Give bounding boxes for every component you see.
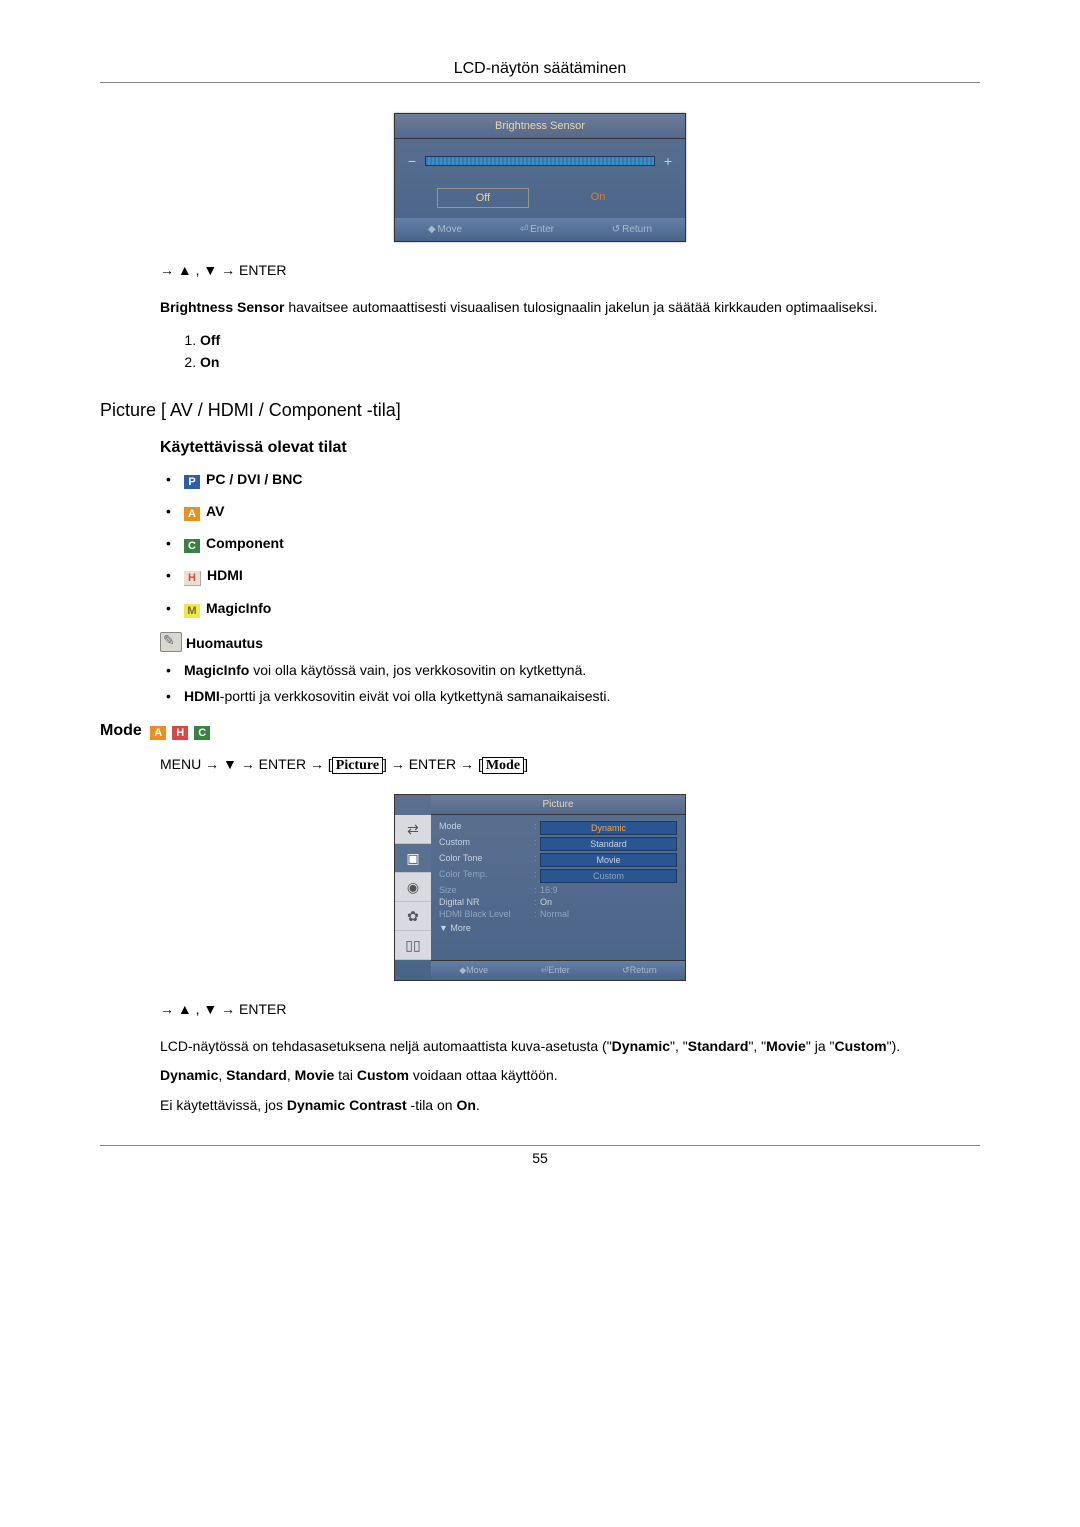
osd2-item[interactable]: Custom:Standard bbox=[439, 837, 677, 851]
brightness-slider[interactable]: − + bbox=[405, 154, 675, 168]
osd2-item[interactable]: Color Tone:Movie bbox=[439, 853, 677, 867]
badge-a-icon: A bbox=[184, 507, 200, 521]
return-hint: ↺Return bbox=[622, 965, 657, 976]
item-label: Size bbox=[439, 885, 534, 895]
move-hint: ◆Move bbox=[459, 965, 488, 976]
osd2-footer: ◆Move ⏎Enter ↺Return bbox=[431, 960, 685, 980]
note-item: MagicInfo voi olla käytössä vain, jos ve… bbox=[160, 662, 980, 678]
modes-list: PPC / DVI / BNC AAV CComponent HHDMI MMa… bbox=[160, 471, 980, 618]
note-heading: Huomautus bbox=[160, 632, 980, 652]
item-label: Color Temp. bbox=[439, 869, 534, 883]
move-icon: ◆ bbox=[428, 224, 436, 235]
menu-path: MENU → ▼ → ENTER → [Picture] → ENTER → [… bbox=[160, 756, 980, 774]
return-icon: ↺ bbox=[612, 224, 620, 235]
not-available-note: Ei käytettävissä, jos Dynamic Contrast -… bbox=[160, 1096, 980, 1116]
item-label: HDMI Black Level bbox=[439, 909, 534, 919]
item-value: On bbox=[540, 897, 677, 907]
osd2-item[interactable]: Mode:Dynamic bbox=[439, 821, 677, 835]
osd-picture-container: Picture ⇄ ▣ ◉ ✿ ▯▯ Mode:Dynamic Custom:St… bbox=[100, 794, 980, 981]
badge-a-icon: A bbox=[150, 726, 166, 740]
mode-hdmi: HHDMI bbox=[160, 567, 980, 586]
nav-sequence-2: → ▲ , ▼ → ENTER bbox=[160, 1001, 980, 1017]
badge-h-icon: H bbox=[172, 726, 188, 740]
item-label: Digital NR bbox=[439, 897, 534, 907]
osd2-sidebar: ⇄ ▣ ◉ ✿ ▯▯ bbox=[395, 815, 431, 960]
list-item: On bbox=[200, 354, 980, 370]
page-number: 55 bbox=[100, 1150, 980, 1166]
osd2-item[interactable]: Digital NR:On bbox=[439, 897, 677, 907]
badge-c-icon: C bbox=[194, 726, 210, 740]
item-value: Normal bbox=[540, 909, 677, 919]
enter-hint: ⏎Enter bbox=[520, 224, 554, 235]
minus-icon: − bbox=[405, 154, 419, 168]
nav-sequence: → ▲ , ▼ → ENTER bbox=[160, 262, 980, 278]
note-list: MagicInfo voi olla käytössä vain, jos ve… bbox=[160, 662, 980, 704]
note-item: HDMI-portti ja verkkosovitin eivät voi o… bbox=[160, 688, 980, 704]
mode-component: CComponent bbox=[160, 535, 980, 553]
option-off[interactable]: Off bbox=[437, 188, 529, 208]
list-item: Off bbox=[200, 332, 980, 348]
sidebar-input-icon[interactable]: ⇄ bbox=[395, 815, 431, 844]
item-value: 16:9 bbox=[540, 885, 677, 895]
footer-rule bbox=[100, 1145, 980, 1146]
enter-hint: ⏎Enter bbox=[541, 965, 570, 976]
osd-footer: ◆Move ⏎Enter ↺Return bbox=[395, 218, 685, 241]
osd2-body: Mode:Dynamic Custom:Standard Color Tone:Mo… bbox=[431, 815, 685, 960]
item-value: Standard bbox=[540, 837, 677, 851]
move-hint: ◆Move bbox=[428, 224, 462, 235]
osd2-item[interactable]: Color Temp.:Custom bbox=[439, 869, 677, 883]
page-header: LCD-näytön säätäminen bbox=[100, 60, 980, 78]
osd-title: Brightness Sensor bbox=[395, 114, 685, 139]
item-label: Color Tone bbox=[439, 853, 534, 867]
enter-icon: ⏎ bbox=[520, 224, 528, 235]
preset-description: LCD-näytössä on tehdasasetuksena neljä a… bbox=[160, 1037, 980, 1057]
sidebar-picture-icon[interactable]: ▣ bbox=[395, 844, 431, 873]
return-icon: ↺ bbox=[622, 965, 630, 975]
osd-brightness: Brightness Sensor − + Off On ◆Move ⏎Ente… bbox=[394, 113, 686, 242]
osd2-item[interactable]: HDMI Black Level:Normal bbox=[439, 909, 677, 919]
heading-mode: Mode AHC bbox=[100, 722, 980, 740]
badge-m-icon: M bbox=[184, 604, 200, 618]
more-indicator[interactable]: ▼ More bbox=[439, 923, 677, 933]
heading-available-modes: Käytettävissä olevat tilat bbox=[160, 439, 980, 457]
sidebar-setup-icon[interactable]: ✿ bbox=[395, 902, 431, 931]
heading-picture: Picture [ AV / HDMI / Component -tila] bbox=[100, 400, 980, 421]
item-value: Dynamic bbox=[540, 821, 677, 835]
sidebar-multi-icon[interactable]: ▯▯ bbox=[395, 931, 431, 960]
osd2-item[interactable]: Size:16:9 bbox=[439, 885, 677, 895]
osd-brightness-container: Brightness Sensor − + Off On ◆Move ⏎Ente… bbox=[100, 113, 980, 242]
mode-magicinfo: MMagicInfo bbox=[160, 600, 980, 618]
item-label: Custom bbox=[439, 837, 534, 851]
activate-description: Dynamic, Standard, Movie tai Custom void… bbox=[160, 1066, 980, 1086]
mode-pc: PPC / DVI / BNC bbox=[160, 471, 980, 489]
item-value: Movie bbox=[540, 853, 677, 867]
option-on[interactable]: On bbox=[553, 188, 643, 208]
options-list: Off On bbox=[160, 332, 980, 370]
plus-icon: + bbox=[661, 154, 675, 168]
item-label: Mode bbox=[439, 821, 534, 835]
return-hint: ↺Return bbox=[612, 224, 652, 235]
item-value: Custom bbox=[540, 869, 677, 883]
brightness-description: Brightness Sensor havaitsee automaattise… bbox=[160, 298, 980, 318]
badge-p-icon: P bbox=[184, 475, 200, 489]
sidebar-sound-icon[interactable]: ◉ bbox=[395, 873, 431, 902]
osd2-title: Picture bbox=[431, 795, 685, 815]
mode-av: AAV bbox=[160, 503, 980, 521]
header-rule bbox=[100, 82, 980, 83]
badge-c-icon: C bbox=[184, 539, 200, 553]
badge-h-icon: H bbox=[184, 571, 201, 586]
note-icon bbox=[160, 632, 182, 652]
slider-bar[interactable] bbox=[425, 156, 655, 166]
osd-picture: Picture ⇄ ▣ ◉ ✿ ▯▯ Mode:Dynamic Custom:St… bbox=[394, 794, 686, 981]
